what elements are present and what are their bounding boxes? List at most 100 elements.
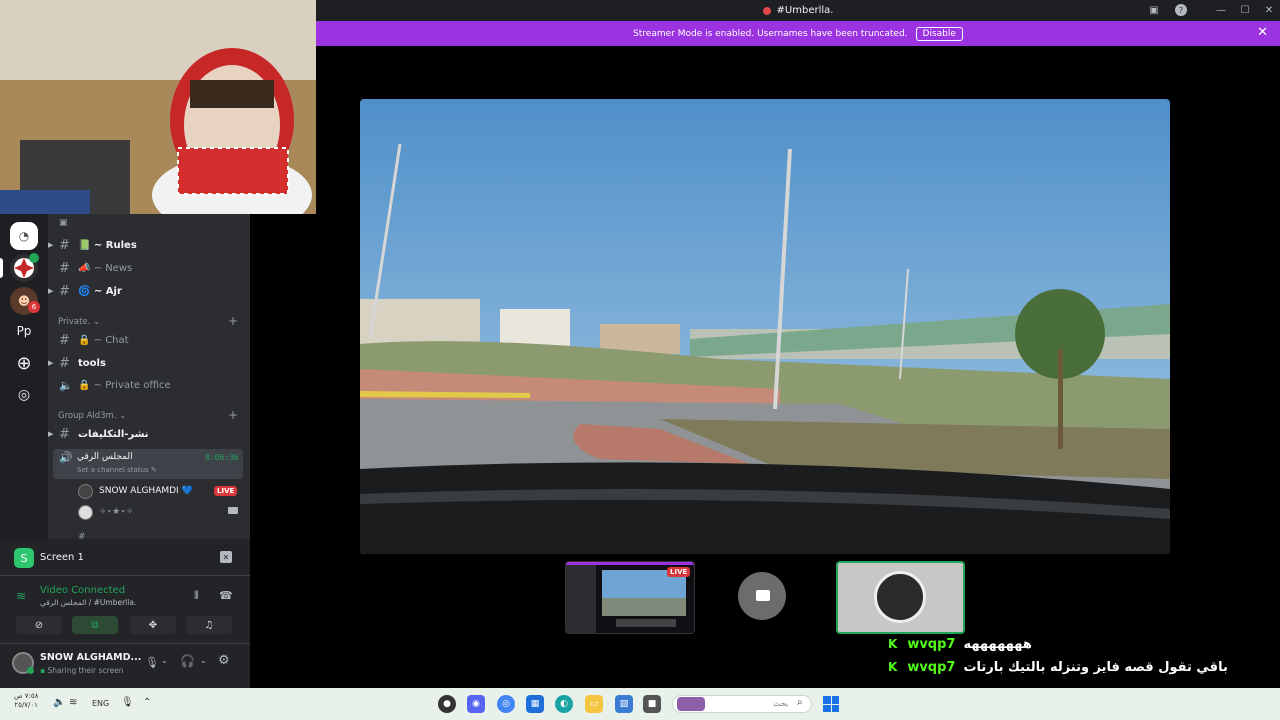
chevron-right-icon: ▶ <box>48 287 54 295</box>
activities-icon: ✥ <box>148 619 158 631</box>
channel-ajr[interactable]: ▶ # 🌀 ∼ Ajr <box>48 281 250 301</box>
mic-tray-icon[interactable]: 🎙 <box>121 697 134 708</box>
voice-user[interactable]: ✧⋆★⋆✧ <box>78 503 133 521</box>
unread-badge: 6 <box>28 301 40 313</box>
voice-user[interactable]: SNOW ALGHAMDI 💙 <box>78 482 193 500</box>
rtc-status[interactable]: Video Connected <box>40 585 125 596</box>
webcam-image <box>0 0 316 214</box>
category-private[interactable]: Private. ⌄ <box>58 317 100 327</box>
camera-icon <box>756 590 770 601</box>
volume-icon[interactable]: 🔈 <box>53 697 65 708</box>
speaker-icon: 🔊 <box>59 451 73 464</box>
avatar <box>78 504 93 520</box>
direct-messages-icon[interactable]: ◔ <box>10 222 38 250</box>
channel-label: Ajr <box>105 285 122 297</box>
channel-rules[interactable]: ▶ # 📗 ∼ Rules <box>48 235 250 255</box>
start-button[interactable] <box>823 696 839 712</box>
voice-channel-active[interactable]: 🔊 المجلس الرقي 8:06:36 Set a channel sta… <box>53 449 243 479</box>
close-icon[interactable]: ✕ <box>1257 25 1268 40</box>
kick-icon: K <box>888 660 898 674</box>
gear-icon[interactable]: ⚙ <box>218 653 230 668</box>
chevron-down-icon[interactable]: ⌄ <box>200 656 207 665</box>
divider <box>0 575 250 576</box>
chevron-down-icon[interactable]: ⌄ <box>161 656 168 665</box>
screen-share-button[interactable]: ⧉ <box>72 616 118 634</box>
discord-icon[interactable]: ◉ <box>467 695 485 713</box>
category-label: Group Ald3m. <box>58 411 117 421</box>
screen-share-icon[interactable]: ▣ <box>1146 3 1162 17</box>
help-icon[interactable]: ? <box>1175 4 1187 16</box>
channel-emoji: 🌀 <box>78 285 91 297</box>
stream-tile-speaking[interactable] <box>836 561 965 634</box>
add-server-icon[interactable]: ⊕ <box>10 349 38 377</box>
divider <box>0 643 250 644</box>
app-icon[interactable]: ● <box>438 695 456 713</box>
streamer-mode-banner: Streamer Mode is enabled. Usernames have… <box>316 21 1280 46</box>
chat-text: هههههههه <box>963 636 1032 652</box>
minimize-button[interactable]: — <box>1213 3 1229 17</box>
add-channel-icon[interactable]: + <box>228 314 238 328</box>
chevron-up-icon[interactable]: ⌃ <box>143 697 151 708</box>
hashtag-icon: # <box>59 426 70 442</box>
soundboard-button[interactable]: ♫ <box>186 616 232 634</box>
title-bar: #Umberlla. <box>316 0 1280 21</box>
disconnect-icon[interactable]: ☎ <box>219 589 233 602</box>
channel-news[interactable]: # 📣 ∼ News <box>48 258 250 278</box>
search-highlight-icon <box>677 697 705 711</box>
channel-private-office[interactable]: 🔈 🔒 ∼ Private office <box>48 375 250 395</box>
channel-label: Chat <box>105 334 129 346</box>
chat-text: باقي تقول قصه فايز وتنزله بالتيك بارتات <box>963 659 1228 675</box>
main-stream-video[interactable] <box>360 99 1170 554</box>
headphones-icon[interactable]: 🎧 <box>180 654 195 668</box>
taskbar <box>0 688 1280 720</box>
channel-status[interactable]: Set a channel status ✎ <box>77 466 157 474</box>
video-off-button[interactable]: ⊘ <box>16 616 62 634</box>
stream-tile-screen[interactable]: LIVE <box>565 561 695 634</box>
noise-suppression-icon[interactable]: ⦀ <box>194 589 199 603</box>
activities-button[interactable]: ✥ <box>130 616 176 634</box>
screen-icon: S <box>14 548 34 568</box>
maximize-button[interactable]: ☐ <box>1237 3 1253 17</box>
channel-chat[interactable]: # 🔒 ∼ Chat <box>48 330 250 350</box>
photos-icon[interactable]: ▨ <box>615 695 633 713</box>
close-window-button[interactable]: ✕ <box>1261 3 1277 17</box>
hashtag-icon: # <box>59 260 70 276</box>
terminal-icon[interactable]: ■ <box>643 695 661 713</box>
soundboard-icon: ♫ <box>204 619 214 631</box>
screen-panel: S Screen 1 ✕ ≋ Video Connected المجلس ال… <box>0 539 250 688</box>
screen-share-small-icon: ▪ <box>40 666 46 675</box>
hashtag-icon: # <box>59 355 70 371</box>
clock[interactable]: ٧:٥٨ ص ٢٥/٧/٠١ <box>14 692 38 710</box>
microphone-icon[interactable]: 🎙 <box>145 656 159 669</box>
voice-timer: 8:06:36 <box>205 453 239 462</box>
channel-tools[interactable]: ▶ # tools <box>48 353 250 373</box>
voice-user-name: SNOW ALGHAMDI 💙 <box>99 486 193 496</box>
discover-icon[interactable]: ◎ <box>10 381 38 409</box>
stream-tile-user[interactable] <box>700 561 830 634</box>
chrome-icon[interactable]: ◎ <box>497 695 515 713</box>
channel-assignments[interactable]: ▶ # نشر-التكليفات <box>48 424 250 444</box>
category-group[interactable]: Group Ald3m. ⌄ <box>58 411 126 421</box>
chat-message: K wvqp7 باقي تقول قصه فايز وتنزله بالتيك… <box>888 657 1228 677</box>
hashtag-icon: # <box>59 332 70 348</box>
voice-channel-name: المجلس الرقي <box>77 452 133 462</box>
camera-icon <box>228 507 238 514</box>
edge-icon[interactable]: ◐ <box>555 695 573 713</box>
close-screen-icon[interactable]: ✕ <box>220 551 232 563</box>
user-name[interactable]: SNOW ALGHAMD... <box>40 652 141 663</box>
search-box[interactable]: بحث ⌕ <box>672 695 812 713</box>
pencil-icon: ✎ <box>150 466 157 474</box>
hashtag-icon: # <box>59 237 70 253</box>
channel-label: tools <box>78 357 106 369</box>
add-channel-icon[interactable]: + <box>228 408 238 422</box>
wifi-icon[interactable]: ≋ <box>69 697 77 708</box>
server-pp[interactable]: Pp <box>10 317 38 345</box>
category-label: Private. <box>58 317 91 327</box>
rtc-channel[interactable]: المجلس الرقي / #Umberlla. <box>40 598 136 607</box>
folder-icon[interactable]: ▭ <box>585 695 603 713</box>
store-icon[interactable]: ▦ <box>526 695 544 713</box>
webcam-overlay <box>0 0 316 214</box>
language-indicator[interactable]: ENG <box>92 699 109 708</box>
chevron-right-icon: ▶ <box>48 430 54 438</box>
disable-button[interactable]: Disable <box>915 26 963 41</box>
